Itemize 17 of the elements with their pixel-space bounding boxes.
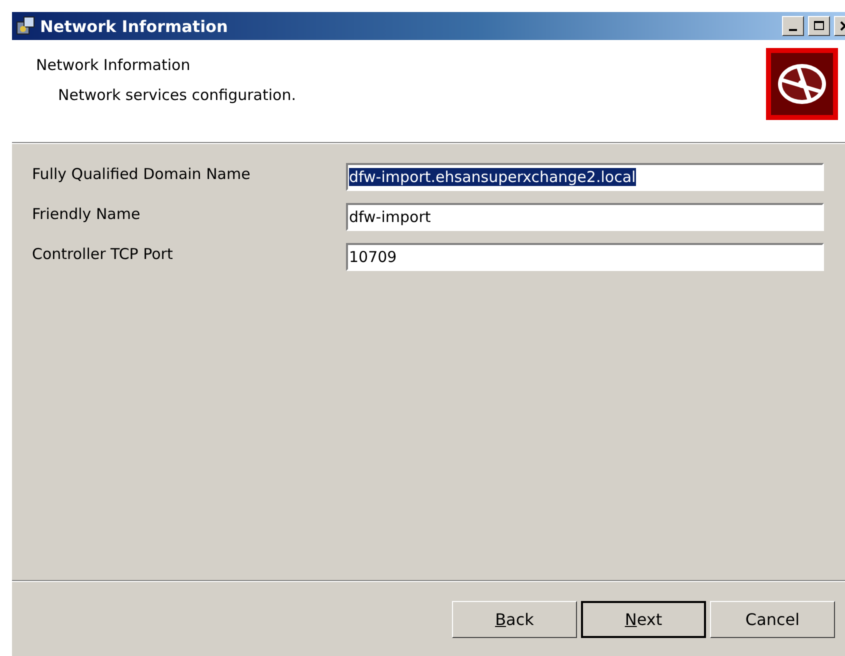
text-field[interactable]: dfw-import bbox=[346, 203, 824, 231]
maximize-icon bbox=[814, 21, 824, 31]
field-label: Friendly Name bbox=[32, 204, 142, 225]
dialog-button[interactable]: Cancel bbox=[710, 601, 835, 638]
setup-icon bbox=[16, 16, 36, 36]
text-field[interactable]: dfw-import.ehsansuperxchange2.local bbox=[346, 163, 824, 191]
field-label: Controller TCP Port bbox=[32, 244, 174, 265]
minimize-button[interactable] bbox=[782, 16, 804, 36]
header-subtitle: Network services configuration. bbox=[57, 86, 296, 104]
maximize-button[interactable] bbox=[808, 16, 830, 36]
header-title: Network Information bbox=[36, 56, 192, 74]
text-field[interactable]: 10709 bbox=[346, 243, 824, 271]
dialog-button[interactable]: Back bbox=[452, 601, 577, 638]
window-title: Network Information bbox=[40, 16, 229, 36]
dialog-button[interactable]: Next bbox=[581, 601, 706, 638]
minimize-icon bbox=[789, 29, 797, 31]
field-label: Fully Qualified Domain Name bbox=[32, 164, 252, 185]
